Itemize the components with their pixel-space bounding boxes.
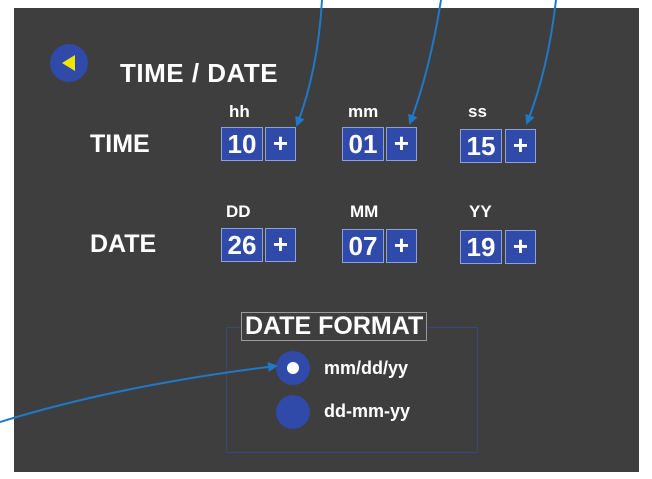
callout-arrow-minutes: [408, 0, 442, 125]
callout-arrows: [0, 0, 557, 423]
callout-arrow-hours: [295, 0, 323, 127]
callout-arrow-date-format: [0, 362, 278, 423]
callout-arrow-seconds: [525, 0, 557, 125]
